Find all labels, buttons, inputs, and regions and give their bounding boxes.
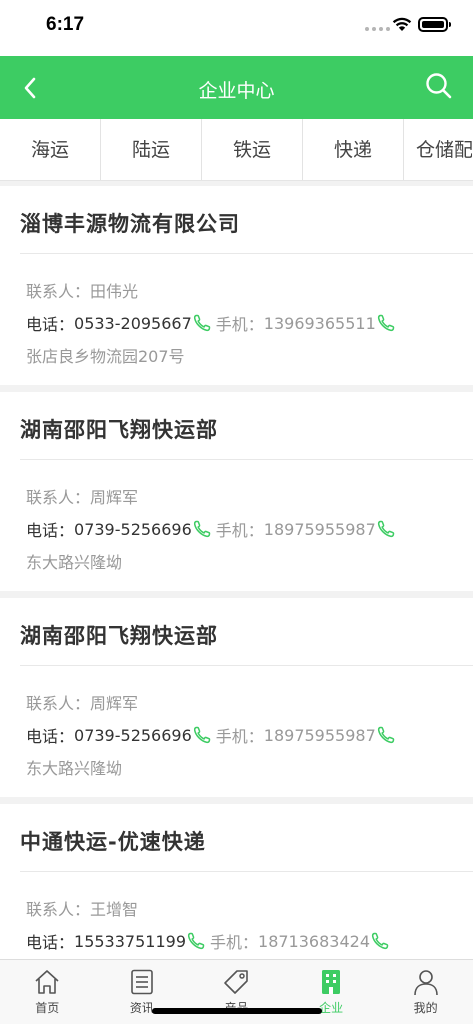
mobile-label: 手机： — [215, 521, 264, 540]
cellular-signal-icon — [365, 27, 390, 31]
mobile-number[interactable]: 13969365511 — [264, 314, 376, 333]
tabbar-products[interactable]: 产品 — [189, 960, 284, 1024]
contact-row: 联系人： 王增智 — [26, 896, 138, 920]
tabbar-mine[interactable]: 我的 — [378, 960, 473, 1024]
divider — [20, 871, 473, 872]
contact-row: 联系人： 周辉军 — [26, 484, 138, 508]
contact-label: 联系人： — [26, 900, 91, 919]
status-bar: 6:17 — [0, 0, 473, 56]
battery-icon — [418, 17, 451, 32]
phone-number[interactable]: 0739-5256696 — [74, 726, 192, 745]
divider — [20, 665, 473, 666]
contact-label: 联系人： — [26, 488, 91, 507]
category-tabs: 海运 陆运 铁运 快递 仓储配 — [0, 119, 473, 181]
tab-sea[interactable]: 海运 — [0, 119, 101, 180]
contact-row: 联系人： 田伟光 — [26, 278, 138, 302]
phone-icon[interactable] — [192, 313, 212, 333]
news-icon — [131, 969, 153, 995]
company-list: 淄博丰源物流有限公司 联系人： 田伟光 电话： 0533-2095667 手机： 13… — [0, 186, 473, 1010]
company-name: 湖南邵阳飞翔快运部 — [20, 624, 218, 648]
contact-name: 周辉军 — [90, 694, 139, 713]
phone-icon[interactable] — [376, 313, 396, 333]
company-name: 淄博丰源物流有限公司 — [20, 212, 240, 236]
home-icon — [35, 970, 59, 994]
phone-row: 电话： 0739-5256696 手机： 18975955987 — [26, 723, 400, 747]
tabbar-news[interactable]: 资讯 — [95, 960, 190, 1024]
mobile-label: 手机： — [210, 933, 259, 952]
mobile-label: 手机： — [215, 315, 264, 334]
company-card[interactable]: 淄博丰源物流有限公司 联系人： 田伟光 电话： 0533-2095667 手机： 13… — [0, 186, 473, 385]
wifi-icon — [392, 17, 412, 31]
phone-number[interactable]: 0739-5256696 — [74, 520, 192, 539]
contact-name: 周辉军 — [90, 488, 139, 507]
company-card[interactable]: 湖南邵阳飞翔快运部 联系人： 周辉军 电话： 0739-5256696 手机： 189… — [0, 392, 473, 591]
nav-bar: 企业中心 — [0, 56, 473, 119]
tabbar-home[interactable]: 首页 — [0, 960, 95, 1024]
address: 东大路兴隆坳 — [26, 553, 123, 572]
contact-row: 联系人： 周辉军 — [26, 690, 138, 714]
phone-label: 电话： — [26, 727, 75, 746]
tabbar-label: 我的 — [413, 1001, 438, 1015]
contact-label: 联系人： — [26, 282, 91, 301]
phone-row: 电话： 15533751199 手机： 18713683424 — [26, 929, 394, 953]
tag-icon — [224, 970, 249, 994]
home-indicator[interactable] — [152, 1008, 322, 1014]
phone-label: 电话： — [26, 521, 75, 540]
phone-icon[interactable] — [186, 931, 206, 951]
tabbar-label: 企业 — [319, 1001, 344, 1015]
phone-label: 电话： — [26, 315, 75, 334]
phone-icon[interactable] — [370, 931, 390, 951]
phone-number[interactable]: 0533-2095667 — [74, 314, 192, 333]
phone-icon[interactable] — [192, 725, 212, 745]
phone-icon[interactable] — [376, 725, 396, 745]
contact-name: 王增智 — [90, 900, 139, 919]
mobile-number[interactable]: 18975955987 — [264, 726, 376, 745]
mobile-label: 手机： — [215, 727, 264, 746]
tab-land[interactable]: 陆运 — [101, 119, 202, 180]
divider — [20, 253, 473, 254]
contact-label: 联系人： — [26, 694, 91, 713]
building-icon — [322, 970, 341, 994]
company-name: 中通快运-优速快递 — [20, 830, 206, 854]
phone-icon[interactable] — [192, 519, 212, 539]
tabbar-label: 首页 — [35, 1001, 60, 1015]
mobile-number[interactable]: 18975955987 — [264, 520, 376, 539]
divider — [20, 459, 473, 460]
company-card[interactable]: 湖南邵阳飞翔快运部 联系人： 周辉军 电话： 0739-5256696 手机： 189… — [0, 598, 473, 797]
tabbar-enterprise[interactable]: 企业 — [284, 960, 379, 1024]
tab-express[interactable]: 快递 — [303, 119, 404, 180]
page-title: 企业中心 — [198, 80, 275, 102]
status-time: 6:17 — [46, 14, 85, 35]
mobile-number[interactable]: 18713683424 — [258, 932, 370, 951]
address: 张店良乡物流园207号 — [26, 347, 185, 366]
phone-number[interactable]: 15533751199 — [74, 932, 186, 951]
phone-icon[interactable] — [376, 519, 396, 539]
bottom-tab-bar: 首页 资讯 产品 企业 我的 — [0, 959, 473, 1024]
tab-warehouse[interactable]: 仓储配 — [404, 119, 472, 180]
phone-row: 电话： 0739-5256696 手机： 18975955987 — [26, 517, 400, 541]
company-name: 湖南邵阳飞翔快运部 — [20, 418, 218, 442]
tab-rail[interactable]: 铁运 — [202, 119, 303, 180]
address: 东大路兴隆坳 — [26, 759, 123, 778]
person-icon — [413, 970, 438, 996]
phone-label: 电话： — [26, 933, 75, 952]
contact-name: 田伟光 — [90, 282, 139, 301]
search-icon[interactable] — [423, 70, 455, 102]
tabbar-label: 资讯 — [129, 1001, 154, 1015]
phone-row: 电话： 0533-2095667 手机： 13969365511 — [26, 311, 400, 335]
